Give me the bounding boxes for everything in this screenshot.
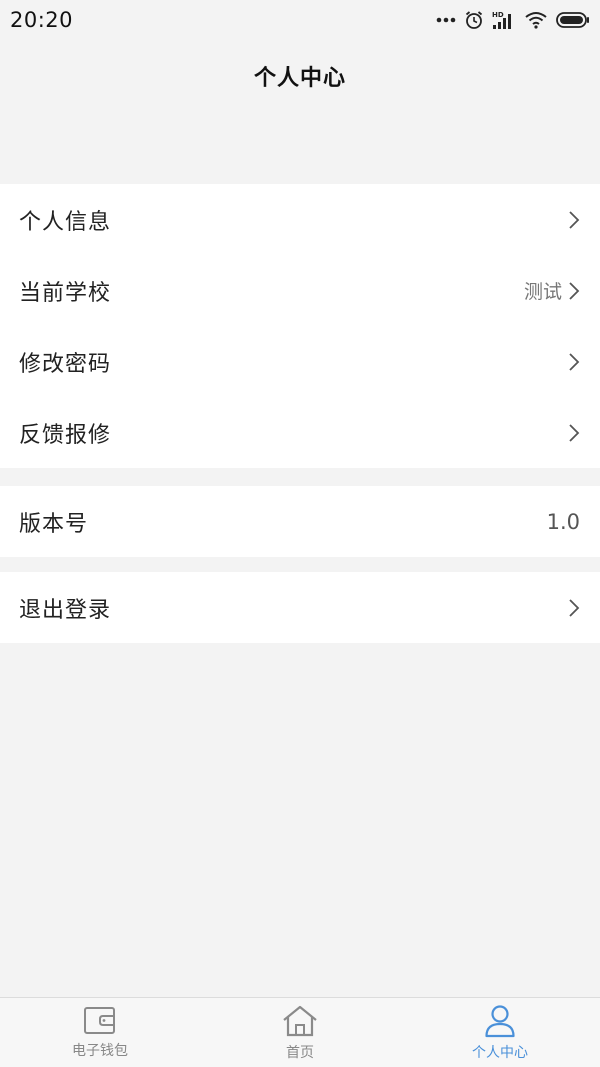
wallet-icon (83, 1004, 117, 1036)
svg-text:HD: HD (492, 11, 504, 19)
alarm-icon (464, 10, 484, 30)
logout-label: 退出登录 (19, 597, 112, 623)
menu-item-label: 当前学校 (19, 280, 112, 306)
tab-label: 个人中心 (472, 1045, 528, 1061)
tab-wallet[interactable]: 电子钱包 (0, 998, 200, 1067)
current-school-value: 测试 (523, 281, 562, 303)
version-label: 版本号 (19, 511, 89, 537)
chevron-right-icon (568, 423, 580, 443)
menu-group-account: 个人信息 当前学校 测试 修改密码 反馈报修 (0, 184, 600, 468)
menu-group-logout: 退出登录 (0, 572, 600, 643)
more-dots-icon (436, 16, 456, 24)
menu-item-label: 个人信息 (19, 209, 112, 235)
status-icons: HD (436, 10, 590, 30)
menu-item-label: 反馈报修 (19, 422, 112, 448)
menu-item-label: 修改密码 (19, 351, 112, 377)
menu-item-logout[interactable]: 退出登录 (0, 572, 600, 643)
profile-screen: 20:20 HD 个人中心 个人信息 当前学校 测试 修改密码 反馈报修 版本号… (0, 0, 600, 1067)
menu-item-feedback-repair[interactable]: 反馈报修 (0, 397, 600, 468)
status-time: 20:20 (10, 8, 74, 32)
chevron-right-icon (568, 598, 580, 618)
menu-item-right (568, 210, 580, 230)
page-title: 个人中心 (253, 66, 346, 91)
tab-label: 电子钱包 (72, 1043, 128, 1059)
menu-item-current-school[interactable]: 当前学校 测试 (0, 255, 600, 326)
menu-item-personal-info[interactable]: 个人信息 (0, 184, 600, 255)
chevron-right-icon (568, 352, 580, 372)
menu-item-right (568, 423, 580, 443)
wifi-icon (524, 11, 548, 29)
version-value: 1.0 (546, 509, 580, 534)
status-bar: 20:20 HD (0, 0, 600, 40)
chevron-right-icon (568, 281, 580, 301)
menu-item-right: 测试 (524, 277, 580, 304)
battery-icon (556, 11, 590, 29)
signal-icon: HD (492, 10, 516, 30)
menu-item-change-password[interactable]: 修改密码 (0, 326, 600, 397)
user-icon (484, 1004, 516, 1038)
menu-item-right (568, 598, 580, 618)
tab-home[interactable]: 首页 (200, 998, 400, 1067)
menu-item-right (568, 352, 580, 372)
menu-item-version: 版本号 1.0 (0, 486, 600, 557)
tab-profile[interactable]: 个人中心 (400, 998, 600, 1067)
bottom-tab-bar: 电子钱包 首页 个人中心 (0, 997, 600, 1067)
chevron-right-icon (568, 210, 580, 230)
menu-group-version: 版本号 1.0 (0, 486, 600, 557)
home-icon (281, 1004, 319, 1038)
header: 个人中心 (0, 40, 600, 112)
tab-label: 首页 (286, 1045, 314, 1061)
